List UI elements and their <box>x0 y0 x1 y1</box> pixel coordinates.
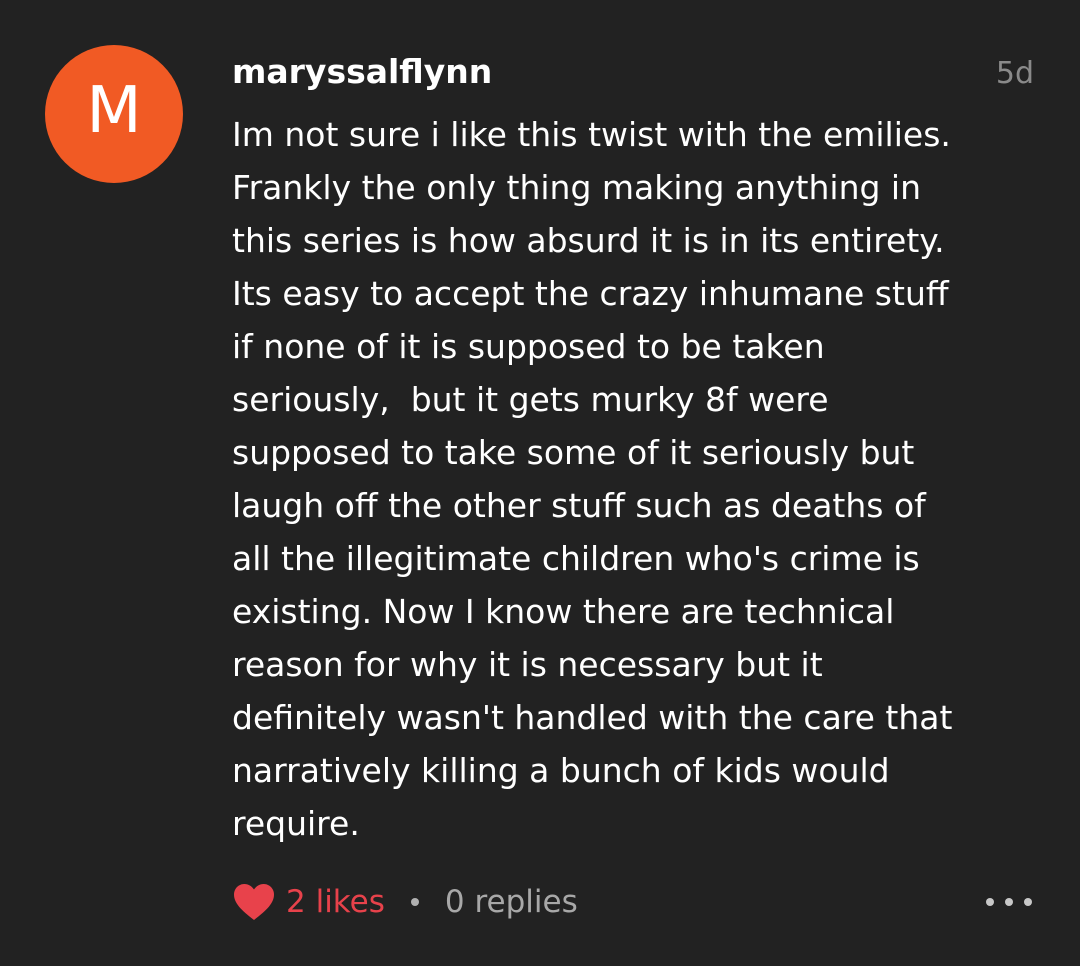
comment-line: all the illegitimate children who's crim… <box>232 539 920 578</box>
dot <box>1005 898 1013 906</box>
comment-line: require. <box>232 804 360 843</box>
replies-count[interactable]: 0 replies <box>445 884 578 920</box>
comment-line: Frankly the only thing making anything i… <box>232 168 922 207</box>
separator-dot <box>410 898 419 906</box>
comment-card: M maryssalflynn 5d Im not sure i like th… <box>0 0 1080 966</box>
comment-line: if none of it is supposed to be taken <box>232 327 825 366</box>
comment-line: reason for why it is necessary but it <box>232 645 823 684</box>
comment-line: definitely wasn't handled with the care … <box>232 698 953 737</box>
heart-icon[interactable] <box>232 882 276 922</box>
avatar[interactable]: M <box>45 45 183 183</box>
likes-count[interactable]: 2 likes <box>286 884 385 920</box>
more-options-icon[interactable] <box>986 894 1032 910</box>
avatar-letter: M <box>86 74 142 148</box>
comment-line: Im not sure i like this twist with the e… <box>232 115 951 154</box>
comment-line: this series is how absurd it is in its e… <box>232 221 945 260</box>
username[interactable]: maryssalflynn <box>232 52 492 92</box>
timestamp: 5d <box>995 56 1034 91</box>
comment-body: Im not sure i like this twist with the e… <box>232 108 1032 850</box>
comment-line: seriously, but it gets murky 8f were <box>232 380 829 419</box>
comment-line: narratively killing a bunch of kids woul… <box>232 751 890 790</box>
comment-line: existing. Now I know there are technical <box>232 592 895 631</box>
comment-line: supposed to take some of it seriously bu… <box>232 433 915 472</box>
comment-line: Its easy to accept the crazy inhumane st… <box>232 274 949 313</box>
comment-footer: 2 likes 0 replies <box>232 878 578 926</box>
dot <box>1024 898 1032 906</box>
comment-line: laugh off the other stuff such as deaths… <box>232 486 926 525</box>
dot <box>986 898 994 906</box>
